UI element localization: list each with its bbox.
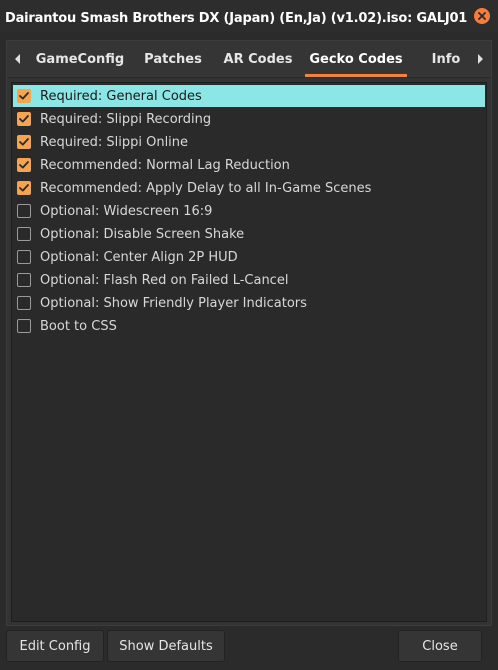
checkmark-icon (19, 115, 29, 123)
gecko-codes-list[interactable]: Required: General Codes Required: Slippi … (11, 82, 487, 622)
gecko-code-label: Recommended: Normal Lag Reduction (40, 157, 290, 173)
tab-scroll-right-button[interactable] (469, 41, 491, 77)
game-properties-window: Dairantou Smash Brothers DX (Japan) (En,… (0, 0, 498, 670)
gecko-code-label: Boot to CSS (40, 318, 117, 334)
gecko-code-item[interactable]: Optional: Center Align 2P HUD (13, 246, 485, 268)
gecko-code-checkbox[interactable] (17, 250, 31, 264)
gecko-code-checkbox[interactable] (17, 89, 31, 103)
tab-gecko-codes[interactable]: Gecko Codes (305, 41, 407, 77)
checkmark-icon (19, 161, 29, 169)
tab-ar-codes[interactable]: AR Codes (219, 41, 297, 77)
tab-panel: GameConfig Patches AR Codes Gecko Codes … (6, 40, 492, 626)
gecko-code-checkbox[interactable] (17, 181, 31, 195)
gecko-code-item[interactable]: Recommended: Normal Lag Reduction (13, 154, 485, 176)
gecko-code-item[interactable]: Optional: Disable Screen Shake (13, 223, 485, 245)
tab-gameconfig[interactable]: GameConfig (32, 41, 128, 77)
gecko-code-label: Recommended: Apply Delay to all In-Game … (40, 180, 372, 196)
gecko-code-checkbox[interactable] (17, 158, 31, 172)
gecko-code-label: Optional: Center Align 2P HUD (40, 249, 238, 265)
tab-bar: GameConfig Patches AR Codes Gecko Codes … (7, 41, 491, 78)
gecko-code-label: Optional: Disable Screen Shake (40, 226, 245, 242)
show-defaults-button[interactable]: Show Defaults (107, 630, 225, 662)
gecko-code-label: Required: Slippi Online (40, 134, 189, 150)
tab-patches[interactable]: Patches (135, 41, 211, 77)
close-icon (478, 12, 486, 20)
title-bar: Dairantou Smash Brothers DX (Japan) (En,… (0, 0, 498, 32)
gecko-code-item[interactable]: Required: General Codes (13, 85, 485, 107)
edit-config-button[interactable]: Edit Config (6, 630, 104, 662)
gecko-code-checkbox[interactable] (17, 204, 31, 218)
show-defaults-label: Show Defaults (119, 638, 213, 654)
gecko-code-item[interactable]: Optional: Widescreen 16:9 (13, 200, 485, 222)
gecko-code-label: Optional: Widescreen 16:9 (40, 203, 213, 219)
gecko-code-checkbox[interactable] (17, 319, 31, 333)
window-close-button[interactable] (474, 8, 490, 24)
gecko-code-item[interactable]: Recommended: Apply Delay to all In-Game … (13, 177, 485, 199)
active-tab-indicator (305, 74, 407, 77)
tab-label: Gecko Codes (309, 51, 403, 67)
gecko-code-label: Optional: Flash Red on Failed L-Cancel (40, 272, 289, 288)
gecko-code-label: Optional: Show Friendly Player Indicator… (40, 295, 307, 311)
gecko-code-item[interactable]: Optional: Flash Red on Failed L-Cancel (13, 269, 485, 291)
gecko-code-checkbox[interactable] (17, 135, 31, 149)
gecko-code-item[interactable]: Required: Slippi Online (13, 131, 485, 153)
tab-label: GameConfig (35, 51, 125, 67)
gecko-code-checkbox[interactable] (17, 296, 31, 310)
checkmark-icon (19, 184, 29, 192)
close-label: Close (422, 638, 458, 654)
tab-label: Patches (144, 51, 202, 67)
dialog-footer: Edit Config Show Defaults Close (0, 626, 498, 670)
window-title: Dairantou Smash Brothers DX (Japan) (En,… (5, 11, 468, 26)
gecko-code-label: Required: General Codes (40, 88, 202, 104)
checkmark-icon (19, 92, 29, 100)
tab-label: Info (431, 51, 461, 67)
tab-label: AR Codes (223, 51, 293, 67)
gecko-code-item[interactable]: Optional: Show Friendly Player Indicator… (13, 292, 485, 314)
gecko-code-item[interactable]: Required: Slippi Recording (13, 108, 485, 130)
chevron-left-icon (15, 54, 20, 64)
close-button[interactable]: Close (398, 630, 482, 662)
chevron-right-icon (478, 54, 483, 64)
gecko-code-checkbox[interactable] (17, 112, 31, 126)
checkmark-icon (19, 138, 29, 146)
gecko-code-checkbox[interactable] (17, 227, 31, 241)
gecko-code-item[interactable]: Boot to CSS (13, 315, 485, 337)
edit-config-label: Edit Config (19, 638, 91, 654)
gecko-code-label: Required: Slippi Recording (40, 111, 212, 127)
tab-info[interactable]: Info (423, 41, 469, 77)
gecko-code-checkbox[interactable] (17, 273, 31, 287)
tab-scroll-left-button[interactable] (7, 41, 29, 77)
